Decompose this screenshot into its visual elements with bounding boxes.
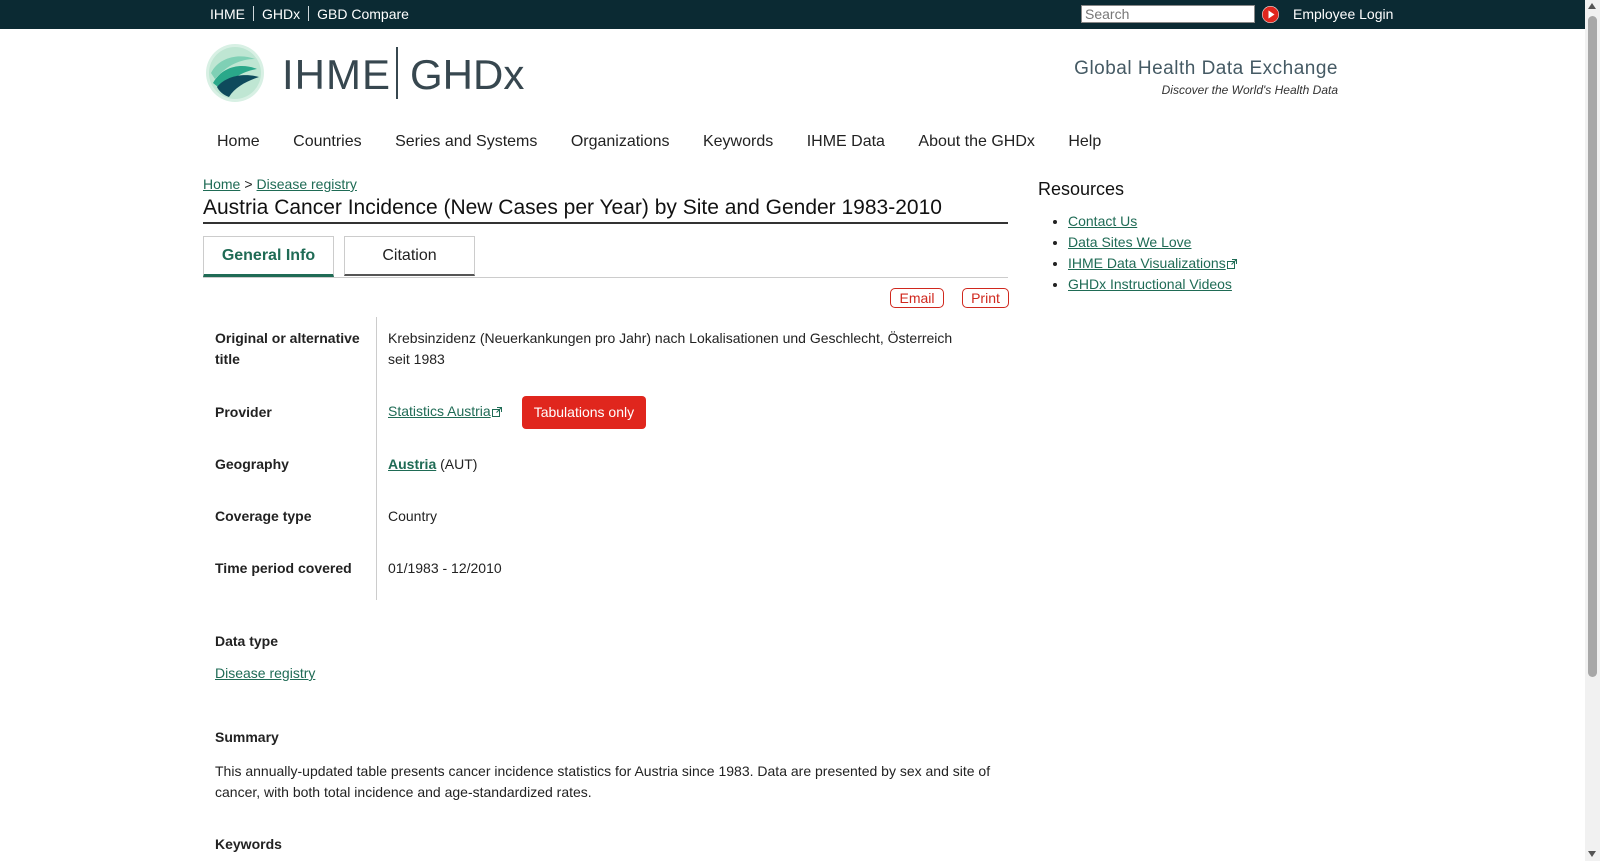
tabulations-only-badge: Tabulations only [521, 396, 647, 429]
data-type-link[interactable]: Disease registry [215, 665, 315, 681]
resources-list: Contact Us Data Sites We Love IHME Data … [1038, 213, 1237, 293]
breadcrumb: Home > Disease registry [203, 176, 357, 192]
coverage-label: Coverage type [215, 508, 312, 524]
nav-organizations[interactable]: Organizations [571, 133, 670, 151]
resource-data-sites[interactable]: Data Sites We Love [1068, 234, 1191, 250]
site-header: IHME GHDx Global Health Data Exchange Di… [0, 29, 1585, 119]
list-item: IHME Data Visualizations [1068, 255, 1237, 272]
tagline-subtitle: Discover the World's Health Data [1161, 83, 1338, 97]
nav-series-and-systems[interactable]: Series and Systems [395, 133, 537, 151]
search-submit-button[interactable] [1262, 6, 1279, 23]
geography-label: Geography [215, 456, 289, 472]
geography-link[interactable]: Austria [388, 456, 436, 472]
geography-code: (AUT) [440, 456, 478, 472]
divider [308, 6, 310, 21]
email-button[interactable]: Email [890, 288, 944, 308]
logo-ghdx-text[interactable]: GHDx [410, 51, 524, 99]
main-nav: Home Countries Series and Systems Organi… [203, 133, 1115, 151]
nav-ihme-data[interactable]: IHME Data [807, 133, 885, 151]
tab-general-info[interactable]: General Info [203, 236, 334, 277]
resource-ihme-visualizations[interactable]: IHME Data Visualizations [1068, 255, 1226, 271]
keywords-title: Keywords [215, 836, 282, 852]
coverage-value: Country [388, 508, 438, 524]
provider-link[interactable]: Statistics Austria [388, 403, 491, 419]
summary-title: Summary [215, 729, 279, 745]
column-divider [376, 317, 377, 600]
top-link-gbd-compare[interactable]: GBD Compare [317, 6, 409, 22]
scroll-thumb[interactable] [1588, 16, 1597, 677]
ihme-logo-icon[interactable] [205, 43, 265, 108]
top-link-ghdx[interactable]: GHDx [262, 6, 300, 22]
search-input[interactable] [1081, 5, 1255, 23]
nav-about-the-ghdx[interactable]: About the GHDx [918, 133, 1035, 151]
breadcrumb-disease-registry[interactable]: Disease registry [257, 176, 357, 192]
external-link-icon [1226, 259, 1237, 269]
time-period-value: 01/1983 - 12/2010 [388, 560, 502, 576]
scroll-down-icon[interactable] [1588, 851, 1596, 857]
scroll-up-icon[interactable] [1588, 3, 1596, 9]
provider-value: Statistics Austria Tabulations only [388, 396, 958, 429]
time-period-label: Time period covered [215, 560, 352, 576]
provider-label: Provider [215, 404, 272, 420]
breadcrumb-separator: > [244, 176, 253, 192]
data-type-value: Disease registry [215, 663, 995, 684]
breadcrumb-home[interactable]: Home [203, 176, 240, 192]
nav-keywords[interactable]: Keywords [703, 133, 773, 151]
list-item: Data Sites We Love [1068, 234, 1237, 251]
resources-title: Resources [1038, 179, 1125, 199]
list-item: GHDx Instructional Videos [1068, 276, 1237, 293]
alt-title-value: Krebsinzidenz (Neuerkankungen pro Jahr) … [388, 330, 953, 367]
logo-ihme-text[interactable]: IHME [282, 51, 391, 99]
divider [253, 6, 254, 21]
summary-text: This annually-updated table presents can… [215, 763, 991, 800]
top-links: IHME GHDx GBD Compare [210, 6, 409, 22]
tagline-title: Global Health Data Exchange [1074, 58, 1338, 79]
resources-sidebar: Resources Contact Us Data Sites We Love … [1038, 179, 1237, 297]
nav-help[interactable]: Help [1068, 133, 1101, 151]
nav-countries[interactable]: Countries [293, 133, 361, 151]
external-link-icon [491, 407, 502, 418]
resource-contact-us[interactable]: Contact Us [1068, 213, 1137, 229]
tab-bar: General Info Citation [203, 236, 1008, 278]
top-bar: IHME GHDx GBD Compare Employee Login [0, 0, 1585, 29]
list-item: Contact Us [1068, 213, 1237, 230]
tab-citation[interactable]: Citation [344, 236, 475, 276]
geography-value: Austria (AUT) [388, 454, 958, 475]
top-link-ihme[interactable]: IHME [210, 6, 245, 22]
employee-login-link[interactable]: Employee Login [1293, 6, 1393, 22]
alt-title-label: Original or alternative title [215, 330, 360, 367]
resource-instructional-videos[interactable]: GHDx Instructional Videos [1068, 276, 1232, 292]
nav-home[interactable]: Home [217, 133, 260, 151]
play-arrow-icon [1262, 6, 1279, 23]
print-button[interactable]: Print [962, 288, 1009, 308]
data-type-title: Data type [215, 633, 279, 649]
page-title: Austria Cancer Incidence (New Cases per … [203, 196, 1008, 224]
logo-divider [396, 47, 398, 99]
page-scrollbar[interactable] [1585, 0, 1600, 861]
